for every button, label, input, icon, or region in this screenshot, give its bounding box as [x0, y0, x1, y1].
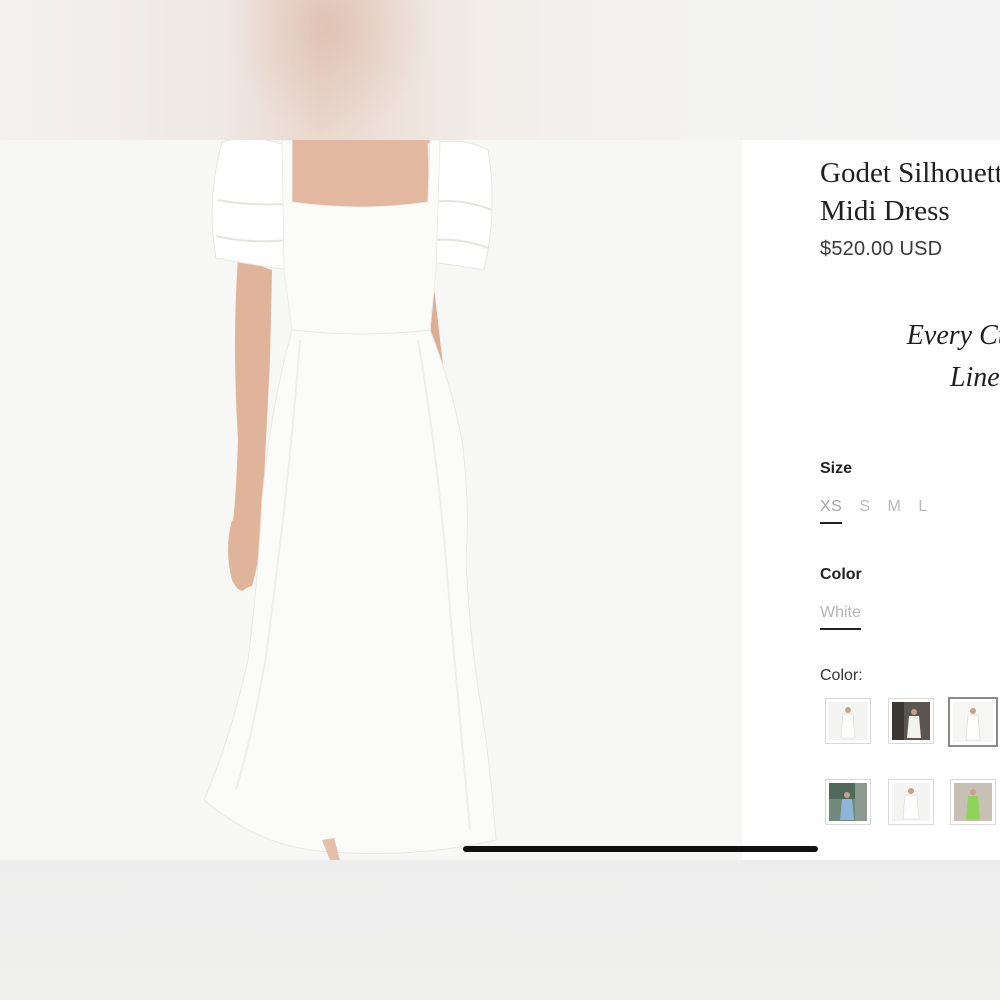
home-indicator-bar[interactable] — [463, 846, 818, 852]
color-swatch-1[interactable] — [825, 698, 871, 744]
color-swatch-4[interactable] — [825, 779, 871, 825]
color-label: Color — [820, 566, 862, 583]
size-label: Size — [820, 460, 853, 477]
blurred-top-band — [0, 0, 1000, 140]
swatch-thumbnail-green-dress — [954, 783, 992, 821]
swatch-thumbnail-white-dress-2 — [892, 783, 930, 821]
swatch-thumbnail-white-dress-dark-bg — [892, 702, 930, 740]
product-info-panel: Godet Silhouette Midi Dress $520.00 USD … — [742, 140, 1000, 860]
product-photo[interactable] — [0, 140, 742, 860]
size-option-s[interactable]: S — [859, 498, 870, 524]
tagline-line1: Every Curve C — [906, 320, 1000, 351]
color-swatches-label: Color: — [820, 667, 863, 684]
tagline-line2: Line In — [949, 362, 1000, 393]
size-option-m[interactable]: M — [888, 498, 902, 524]
product-tagline: Every Curve C Line In — [830, 315, 1000, 399]
swatch-thumbnail-blue-dress — [829, 783, 867, 821]
blurred-bottom-band — [0, 860, 1000, 1000]
product-title-line2: Midi Dress — [820, 195, 950, 227]
dress-illustration — [203, 140, 497, 860]
product-title: Godet Silhouette Midi Dress — [820, 154, 1000, 230]
product-title-line1: Godet Silhouette — [820, 157, 1000, 189]
color-swatch-2[interactable] — [888, 698, 934, 744]
size-option-xs[interactable]: XS — [820, 498, 843, 524]
size-selector: XS S M L — [820, 498, 945, 524]
swatch-thumbnail-white-dress — [829, 702, 867, 740]
size-option-l[interactable]: L — [918, 498, 927, 524]
color-option-white[interactable]: White — [820, 604, 861, 630]
color-swatch-3-selected[interactable] — [948, 697, 998, 747]
swatch-thumbnail-white-dress-selected — [953, 702, 993, 742]
color-swatch-5[interactable] — [888, 779, 934, 825]
color-swatch-6[interactable] — [950, 779, 996, 825]
product-price: $520.00 USD — [820, 238, 943, 260]
